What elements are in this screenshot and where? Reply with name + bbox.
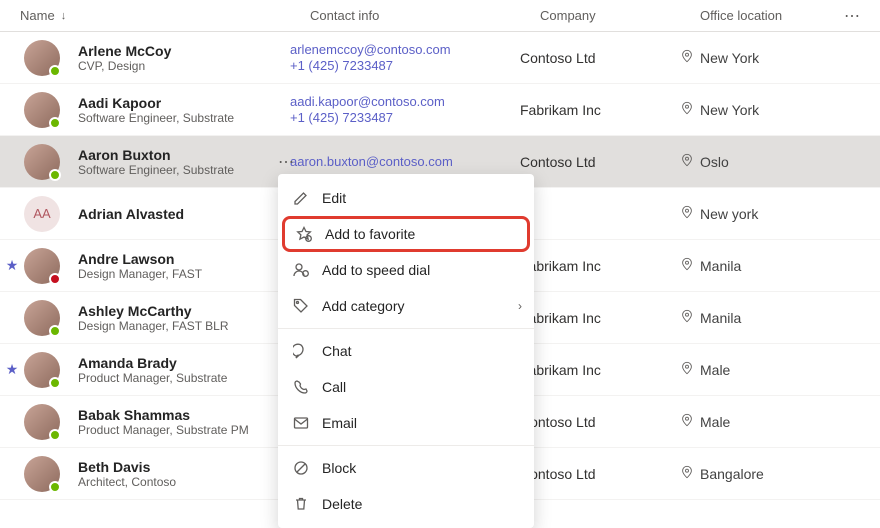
office-location: New york	[700, 206, 758, 222]
location-pin-icon	[680, 49, 694, 66]
office-location: New York	[700, 50, 759, 66]
person-name: Aadi Kapoor	[78, 95, 234, 111]
menu-edit[interactable]: Edit	[278, 180, 534, 216]
person-title: Product Manager, Substrate	[78, 371, 227, 385]
office-location: Male	[700, 414, 730, 430]
presence-indicator	[49, 481, 61, 493]
presence-indicator	[49, 325, 61, 337]
menu-chat[interactable]: Chat	[278, 333, 534, 369]
email-link[interactable]: aaron.buxton@contoso.com	[290, 154, 520, 170]
person-title: Architect, Contoso	[78, 475, 176, 489]
email-link[interactable]: arlenemccoy@contoso.com	[290, 42, 520, 58]
presence-indicator	[49, 377, 61, 389]
office-location: Bangalore	[700, 466, 764, 482]
menu-add-favorite[interactable]: Add to favorite	[282, 216, 530, 252]
mail-icon	[292, 414, 310, 432]
tag-icon	[292, 297, 310, 315]
location-pin-icon	[680, 413, 694, 430]
office-location: Male	[700, 362, 730, 378]
table-row[interactable]: Aadi Kapoor Software Engineer, Substrate…	[0, 84, 880, 136]
location-pin-icon	[680, 101, 694, 118]
block-icon	[292, 459, 310, 477]
location-pin-icon	[680, 465, 694, 482]
menu-add-category[interactable]: Add category ›	[278, 288, 534, 324]
company-cell: Fabrikam Inc	[520, 102, 680, 118]
menu-call[interactable]: Call	[278, 369, 534, 405]
presence-indicator	[49, 429, 61, 441]
avatar: AA	[24, 196, 60, 232]
person-title: Software Engineer, Substrate	[78, 163, 234, 177]
person-name: Andre Lawson	[78, 251, 202, 267]
location-pin-icon	[680, 257, 694, 274]
person-name: Babak Shammas	[78, 407, 249, 423]
presence-indicator	[49, 273, 61, 285]
favorite-star-icon: ★	[6, 257, 19, 274]
table-row[interactable]: Arlene McCoy CVP, Design arlenemccoy@con…	[0, 32, 880, 84]
person-title: Design Manager, FAST	[78, 267, 202, 281]
column-contact[interactable]: Contact info	[310, 8, 540, 23]
column-name-label: Name	[20, 8, 55, 23]
company-cell: Contoso Ltd	[520, 50, 680, 66]
star-add-icon	[295, 225, 313, 243]
phone-link[interactable]: +1 (425) 7233487	[290, 110, 520, 126]
chat-icon	[292, 342, 310, 360]
company-cell: Fabrikam Inc	[520, 258, 680, 274]
column-office[interactable]: Office location	[700, 8, 830, 23]
person-name: Ashley McCarthy	[78, 303, 229, 319]
person-title: Product Manager, Substrate PM	[78, 423, 249, 437]
office-location: Manila	[700, 258, 741, 274]
menu-delete[interactable]: Delete	[278, 486, 534, 522]
presence-indicator	[49, 65, 61, 77]
person-title: CVP, Design	[78, 59, 171, 73]
company-cell: Fabrikam Inc	[520, 310, 680, 326]
column-name[interactable]: Name ↓	[20, 8, 310, 23]
company-cell: Contoso Ltd	[520, 154, 680, 170]
office-location: Oslo	[700, 154, 729, 170]
person-name: Beth Davis	[78, 459, 176, 475]
header-more-icon[interactable]: ⋯	[830, 6, 860, 26]
office-location: New York	[700, 102, 759, 118]
menu-separator	[278, 328, 534, 329]
row-more-icon[interactable]: ⋯	[278, 152, 294, 172]
favorite-star-icon: ★	[6, 361, 19, 378]
menu-block[interactable]: Block	[278, 450, 534, 486]
company-cell: Fabrikam Inc	[520, 362, 680, 378]
company-cell: Contoso Ltd	[520, 414, 680, 430]
person-name: Aaron Buxton	[78, 147, 234, 163]
menu-speed-dial[interactable]: Add to speed dial	[278, 252, 534, 288]
pencil-icon	[292, 189, 310, 207]
table-header: Name ↓ Contact info Company Office locat…	[0, 0, 880, 32]
person-add-icon	[292, 261, 310, 279]
location-pin-icon	[680, 309, 694, 326]
phone-link[interactable]: +1 (425) 7233487	[290, 58, 520, 74]
location-pin-icon	[680, 361, 694, 378]
email-link[interactable]: aadi.kapoor@contoso.com	[290, 94, 520, 110]
context-menu: Edit Add to favorite Add to speed dial A…	[278, 174, 534, 528]
phone-icon	[292, 378, 310, 396]
person-title: Software Engineer, Substrate	[78, 111, 234, 125]
person-name: Adrian Alvasted	[78, 206, 184, 222]
column-company[interactable]: Company	[540, 8, 700, 23]
location-pin-icon	[680, 153, 694, 170]
company-cell: Contoso Ltd	[520, 466, 680, 482]
trash-icon	[292, 495, 310, 513]
location-pin-icon	[680, 205, 694, 222]
person-name: Arlene McCoy	[78, 43, 171, 59]
sort-down-icon: ↓	[61, 10, 67, 22]
presence-indicator	[49, 117, 61, 129]
menu-email[interactable]: Email	[278, 405, 534, 441]
presence-indicator	[49, 169, 61, 181]
office-location: Manila	[700, 310, 741, 326]
person-title: Design Manager, FAST BLR	[78, 319, 229, 333]
chevron-right-icon: ›	[518, 299, 522, 313]
menu-separator	[278, 445, 534, 446]
person-name: Amanda Brady	[78, 355, 227, 371]
